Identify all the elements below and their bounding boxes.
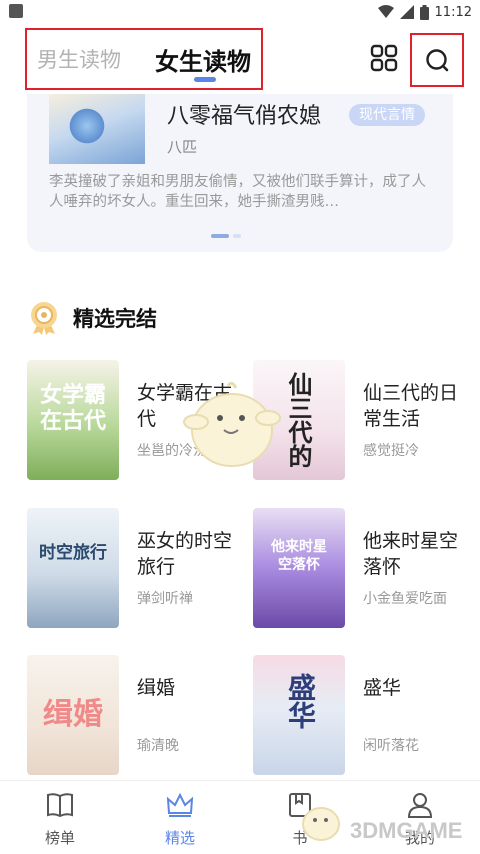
banner-book-description: 李英撞破了亲姐和男朋友偷情，又被他们联手算计，成了人人唾弃的坏女人。重生回来，她… bbox=[49, 174, 426, 210]
watermark-mascot-icon bbox=[302, 807, 340, 841]
banner-book-title: 八零福气俏农媳 bbox=[167, 104, 322, 129]
grid-icon bbox=[370, 44, 398, 72]
signal-icon bbox=[399, 5, 414, 19]
book-author: 瑜清晚 bbox=[137, 738, 179, 754]
book-author: 弹剑听禅 bbox=[137, 591, 193, 607]
battery-icon bbox=[419, 4, 429, 20]
book-cover: 缉婚 bbox=[27, 655, 119, 775]
wifi-icon bbox=[377, 5, 394, 18]
notification-app-icon bbox=[9, 4, 23, 18]
book-author: 感觉挺冷 bbox=[363, 443, 419, 459]
status-indicators: 11:12 bbox=[377, 3, 472, 21]
book-card[interactable]: 仙三代的 仙三代的日常生活 感觉挺冷 bbox=[253, 360, 467, 482]
book-title: 盛华 bbox=[363, 677, 402, 699]
section-title: 精选完结 bbox=[73, 307, 157, 331]
nav-label: 榜单 bbox=[44, 829, 75, 847]
book-icon bbox=[47, 793, 73, 818]
status-time: 11:12 bbox=[434, 4, 472, 20]
search-button[interactable] bbox=[410, 33, 464, 87]
reading-category-tabs: 男生读物 女生读物 bbox=[25, 28, 263, 90]
tab-male-reading[interactable]: 男生读物 bbox=[37, 44, 121, 74]
book-card[interactable]: 盛华 盛华 闲听落花 bbox=[253, 655, 467, 777]
book-title: 巫女的时空旅行 bbox=[137, 530, 233, 578]
banner-page-indicator bbox=[211, 234, 241, 238]
banner-book-author: 八匹 bbox=[167, 138, 198, 156]
search-icon bbox=[426, 49, 449, 72]
crown-icon bbox=[166, 792, 194, 817]
header: 男生读物 女生读物 bbox=[0, 24, 480, 94]
book-cover: 女学霸 在古代 bbox=[27, 360, 119, 480]
banner-genre-tag: 现代言情 bbox=[349, 104, 425, 126]
mascot-sticker bbox=[183, 381, 281, 467]
section-header: 精选完结 bbox=[27, 300, 157, 336]
tab-female-reading[interactable]: 女生读物 bbox=[155, 42, 251, 77]
book-cover: 时空旅行 bbox=[27, 508, 119, 628]
book-title: 缉婚 bbox=[137, 677, 176, 699]
featured-banner[interactable]: 八零福气俏农媳 现代言情 八匹 李英撞破了亲姐和男朋友偷情，又被他们联手算计，成… bbox=[27, 94, 453, 252]
book-author: 小金鱼爱吃面 bbox=[363, 591, 447, 607]
category-grid-button[interactable] bbox=[370, 44, 398, 72]
book-cover: 他来时星空落怀 bbox=[253, 508, 345, 628]
book-cover: 盛华 bbox=[253, 655, 345, 775]
book-card[interactable]: 他来时星空落怀 他来时星空落怀 小金鱼爱吃面 bbox=[253, 508, 467, 630]
active-tab-indicator bbox=[194, 77, 216, 82]
book-author: 闲听落花 bbox=[363, 738, 419, 754]
book-title: 他来时星空落怀 bbox=[363, 530, 459, 578]
site-watermark: 3DMGAME bbox=[298, 798, 478, 848]
nav-item-ranking[interactable]: 榜单 bbox=[20, 781, 100, 854]
book-title: 仙三代的日常生活 bbox=[363, 382, 459, 430]
status-bar: 11:12 bbox=[0, 0, 480, 24]
medal-icon bbox=[31, 302, 57, 335]
book-card[interactable]: 缉婚 缉婚 瑜清晚 bbox=[27, 655, 241, 777]
book-card[interactable]: 时空旅行 巫女的时空旅行 弹剑听禅 bbox=[27, 508, 241, 630]
banner-book-cover bbox=[49, 94, 145, 164]
watermark-text: 3DMGAME bbox=[350, 818, 463, 843]
nav-item-featured[interactable]: 精选 bbox=[140, 781, 220, 854]
nav-label: 精选 bbox=[164, 829, 195, 847]
